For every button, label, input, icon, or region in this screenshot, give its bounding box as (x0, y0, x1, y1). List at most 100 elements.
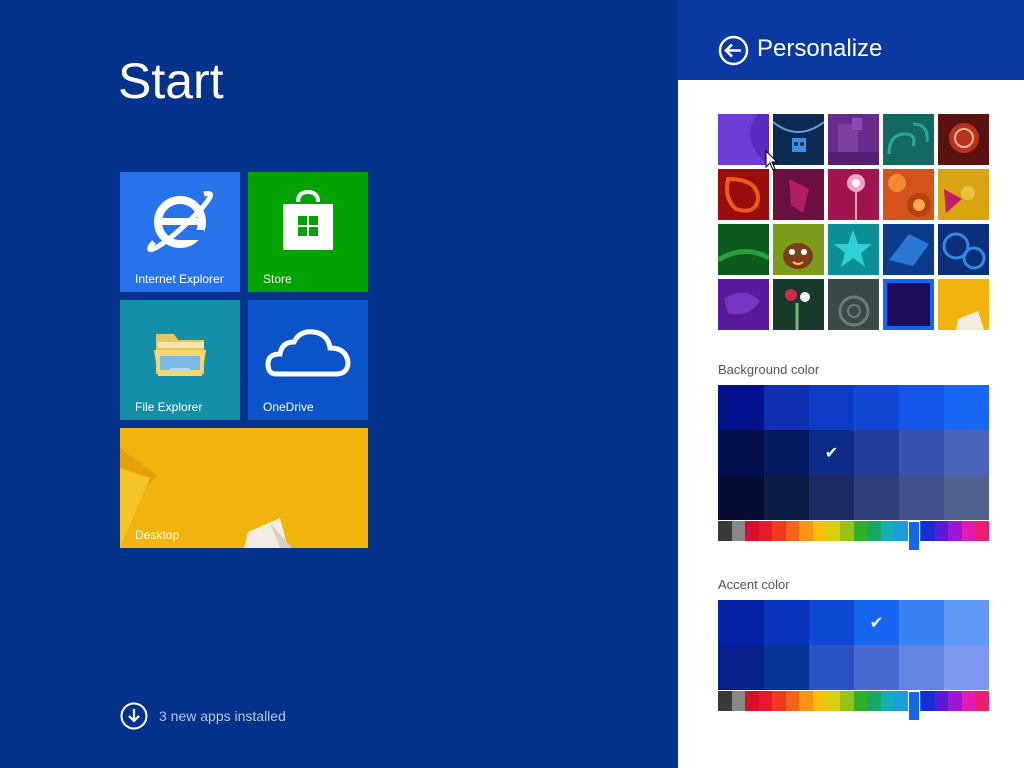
color-swatch[interactable] (718, 645, 764, 690)
pattern-tile[interactable] (718, 224, 769, 275)
hue-segment[interactable] (772, 521, 787, 541)
color-swatch[interactable] (899, 385, 945, 430)
color-swatch[interactable] (764, 645, 810, 690)
pattern-tile[interactable] (828, 279, 879, 330)
hue-segment[interactable] (948, 521, 963, 541)
color-swatch[interactable] (899, 430, 945, 475)
color-swatch[interactable] (899, 645, 945, 690)
hue-segment[interactable] (948, 691, 963, 711)
tile-internet-explorer[interactable]: Internet Explorer (120, 172, 240, 292)
pattern-tile[interactable] (773, 279, 824, 330)
hue-segment[interactable] (745, 521, 760, 541)
color-swatch[interactable] (718, 430, 764, 475)
pattern-tile-selected[interactable] (883, 279, 934, 330)
color-swatch[interactable] (764, 600, 810, 645)
pattern-tile[interactable] (938, 279, 989, 330)
hue-slider-thumb[interactable] (908, 691, 921, 721)
color-swatch[interactable] (944, 645, 989, 690)
pattern-tile[interactable] (773, 169, 824, 220)
hue-segment[interactable] (867, 691, 882, 711)
hue-slider-thumb[interactable] (908, 521, 921, 551)
pattern-tile[interactable] (828, 224, 879, 275)
pattern-tile[interactable] (718, 169, 769, 220)
hue-segment[interactable] (894, 691, 909, 711)
hue-segment[interactable] (745, 691, 760, 711)
pattern-tile[interactable] (773, 114, 824, 165)
tile-label: Internet Explorer (135, 272, 224, 286)
color-swatch[interactable] (764, 385, 810, 430)
hue-segment[interactable] (758, 521, 773, 541)
hue-segment[interactable] (812, 691, 827, 711)
hue-segment[interactable] (799, 521, 814, 541)
hue-segment[interactable] (934, 691, 949, 711)
color-swatch[interactable] (809, 385, 855, 430)
color-swatch[interactable] (944, 430, 989, 475)
color-swatch[interactable] (809, 475, 855, 520)
hue-segment[interactable] (731, 521, 746, 541)
color-swatch[interactable] (764, 475, 810, 520)
hue-segment[interactable] (839, 521, 854, 541)
pattern-tile[interactable] (938, 224, 989, 275)
pattern-tile[interactable] (718, 114, 769, 165)
hue-segment[interactable] (799, 691, 814, 711)
hue-segment[interactable] (785, 521, 800, 541)
hue-segment[interactable] (921, 691, 936, 711)
color-swatch[interactable]: ✔ (854, 600, 900, 645)
hue-segment[interactable] (853, 521, 868, 541)
color-swatch[interactable] (854, 475, 900, 520)
color-swatch[interactable] (809, 645, 855, 690)
hue-segment[interactable] (880, 521, 895, 541)
color-swatch[interactable] (944, 385, 989, 430)
hue-segment[interactable] (826, 691, 841, 711)
pattern-tile[interactable] (828, 114, 879, 165)
pattern-tile[interactable] (718, 279, 769, 330)
new-apps-installed[interactable]: 3 new apps installed (120, 702, 286, 730)
hue-segment[interactable] (731, 691, 746, 711)
pattern-tile[interactable] (883, 224, 934, 275)
color-swatch[interactable] (899, 600, 945, 645)
hue-segment[interactable] (826, 521, 841, 541)
pattern-tile[interactable] (883, 114, 934, 165)
hue-segment[interactable] (961, 521, 976, 541)
color-swatch[interactable] (718, 475, 764, 520)
accent-hue-slider[interactable] (718, 691, 990, 721)
tile-desktop[interactable]: Desktop (120, 428, 368, 548)
hue-segment[interactable] (894, 521, 909, 541)
color-swatch[interactable] (854, 385, 900, 430)
hue-segment[interactable] (718, 521, 732, 541)
hue-segment[interactable] (934, 521, 949, 541)
hue-segment[interactable] (975, 691, 990, 711)
hue-segment[interactable] (839, 691, 854, 711)
hue-segment[interactable] (975, 521, 990, 541)
tile-file-explorer[interactable]: File Explorer (120, 300, 240, 420)
back-arrow-icon[interactable] (718, 35, 749, 66)
color-swatch[interactable] (718, 385, 764, 430)
color-swatch[interactable] (899, 475, 945, 520)
color-swatch[interactable] (944, 600, 989, 645)
hue-segment[interactable] (758, 691, 773, 711)
hue-segment[interactable] (867, 521, 882, 541)
hue-segment[interactable] (785, 691, 800, 711)
background-hue-slider[interactable] (718, 521, 990, 551)
pattern-tile[interactable] (938, 169, 989, 220)
color-swatch[interactable]: ✔ (809, 430, 855, 475)
pattern-tile[interactable] (828, 169, 879, 220)
tile-onedrive[interactable]: OneDrive (248, 300, 368, 420)
color-swatch[interactable] (809, 600, 855, 645)
hue-segment[interactable] (921, 521, 936, 541)
pattern-tile[interactable] (938, 114, 989, 165)
tile-store[interactable]: Store (248, 172, 368, 292)
hue-segment[interactable] (853, 691, 868, 711)
hue-segment[interactable] (718, 691, 732, 711)
pattern-tile[interactable] (773, 224, 824, 275)
color-swatch[interactable] (944, 475, 989, 520)
color-swatch[interactable] (718, 600, 764, 645)
pattern-tile[interactable] (883, 169, 934, 220)
color-swatch[interactable] (764, 430, 810, 475)
hue-segment[interactable] (772, 691, 787, 711)
color-swatch[interactable] (854, 430, 900, 475)
color-swatch[interactable] (854, 645, 900, 690)
hue-segment[interactable] (961, 691, 976, 711)
hue-segment[interactable] (812, 521, 827, 541)
hue-segment[interactable] (880, 691, 895, 711)
